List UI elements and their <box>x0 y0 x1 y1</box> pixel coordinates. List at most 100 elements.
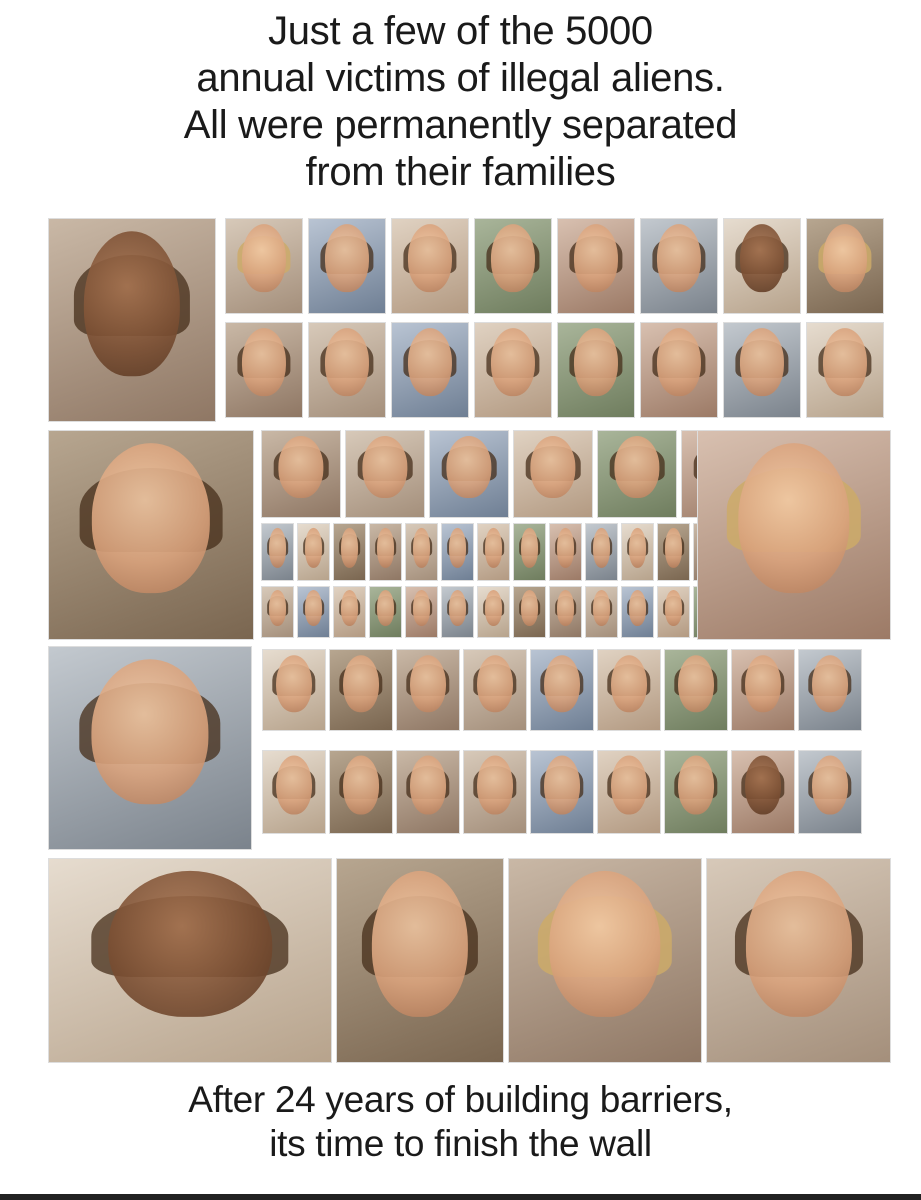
victim-photo <box>405 523 438 581</box>
portrait-face-shape <box>268 527 287 568</box>
portrait-face-shape <box>410 755 446 815</box>
portrait-face-shape <box>407 328 453 397</box>
portrait-face-shape <box>448 590 467 626</box>
portrait-face-shape <box>544 755 580 815</box>
victim-photo <box>396 750 460 834</box>
portrait-face-shape <box>362 436 408 499</box>
portrait-face-shape <box>276 755 312 815</box>
victim-photo <box>262 750 326 834</box>
portrait-face-shape <box>304 527 323 568</box>
portrait-face-shape <box>448 527 467 568</box>
victim-photo <box>329 649 393 731</box>
victim-photo <box>225 218 303 314</box>
portrait-face-shape <box>678 654 714 713</box>
victim-photo <box>429 430 509 518</box>
victim-photo <box>333 586 366 638</box>
portrait-face-shape <box>739 328 785 397</box>
portrait-face-shape <box>628 590 647 626</box>
portrait-face-shape <box>745 871 852 1018</box>
victim-photo <box>396 649 460 731</box>
victim-photo <box>798 649 862 731</box>
victim-photo <box>640 218 718 314</box>
portrait-face-shape <box>477 755 513 815</box>
portrait-face-shape <box>241 328 287 397</box>
portrait-face-shape <box>573 328 619 397</box>
portrait-face-shape <box>343 755 379 815</box>
victim-photo <box>597 750 661 834</box>
portrait-face-shape <box>745 755 781 815</box>
portrait-face-shape <box>812 755 848 815</box>
portrait-face-shape <box>484 527 503 568</box>
victim-photo <box>513 430 593 518</box>
victim-photo <box>474 322 552 418</box>
portrait-face-shape <box>490 224 536 293</box>
portrait-face-shape <box>241 224 287 293</box>
victim-photo <box>731 649 795 731</box>
victim-photo <box>48 858 332 1063</box>
portrait-face-shape <box>484 590 503 626</box>
portrait-face-shape <box>477 654 513 713</box>
victim-photo <box>297 523 330 581</box>
victim-photo <box>336 858 504 1063</box>
portrait-face-shape <box>343 654 379 713</box>
portrait-face-shape <box>324 328 370 397</box>
victim-photo <box>369 523 402 581</box>
portrait-face-shape <box>83 231 181 377</box>
victim-photo <box>262 649 326 731</box>
victim-photo <box>657 523 690 581</box>
victim-photo <box>723 322 801 418</box>
victim-photo <box>585 586 618 638</box>
portrait-face-shape <box>520 590 539 626</box>
victim-photo <box>391 218 469 314</box>
victim-photo <box>463 750 527 834</box>
portrait-face-shape <box>91 659 209 805</box>
victim-photo <box>308 218 386 314</box>
victim-photo <box>477 523 510 581</box>
victim-photo <box>48 218 216 422</box>
portrait-face-shape <box>556 590 575 626</box>
portrait-face-shape <box>745 654 781 713</box>
victim-photo <box>530 750 594 834</box>
headline-line: annual victims of illegal aliens. <box>196 56 725 100</box>
victim-photo <box>463 649 527 731</box>
portrait-face-shape <box>656 224 702 293</box>
victim-photo <box>549 523 582 581</box>
portrait-face-shape <box>628 527 647 568</box>
portrait-face-shape <box>592 590 611 626</box>
portrait-face-shape <box>822 224 868 293</box>
victim-photo <box>513 523 546 581</box>
victim-photo <box>261 523 294 581</box>
victim-photo <box>261 430 341 518</box>
portrait-face-shape <box>822 328 868 397</box>
portrait-face-shape <box>108 871 272 1018</box>
victim-photo <box>549 586 582 638</box>
portrait-face-shape <box>656 328 702 397</box>
victim-photo <box>621 523 654 581</box>
victim-photo <box>798 750 862 834</box>
victim-photo <box>441 586 474 638</box>
victim-photo <box>806 322 884 418</box>
victim-photo <box>621 586 654 638</box>
victim-photo <box>405 586 438 638</box>
portrait-face-shape <box>520 527 539 568</box>
portrait-face-shape <box>340 527 359 568</box>
headline-line: Just a few of the 5000 <box>268 9 653 53</box>
victim-photo <box>597 430 677 518</box>
victim-photo <box>474 218 552 314</box>
victim-photo <box>391 322 469 418</box>
portrait-face-shape <box>410 654 446 713</box>
victim-photo <box>664 750 728 834</box>
headline-text: Just a few of the 5000 annual victims of… <box>0 8 921 196</box>
portrait-face-shape <box>446 436 492 499</box>
portrait-face-shape <box>739 224 785 293</box>
footer-line: After 24 years of building barriers, <box>188 1079 733 1120</box>
victim-photo <box>261 586 294 638</box>
bottom-rule <box>0 1194 921 1200</box>
victim-photo <box>806 218 884 314</box>
victim-photo <box>723 218 801 314</box>
headline-line: from their families <box>305 150 616 194</box>
portrait-face-shape <box>340 590 359 626</box>
portrait-face-shape <box>611 654 647 713</box>
victim-photo <box>657 586 690 638</box>
portrait-face-shape <box>556 527 575 568</box>
